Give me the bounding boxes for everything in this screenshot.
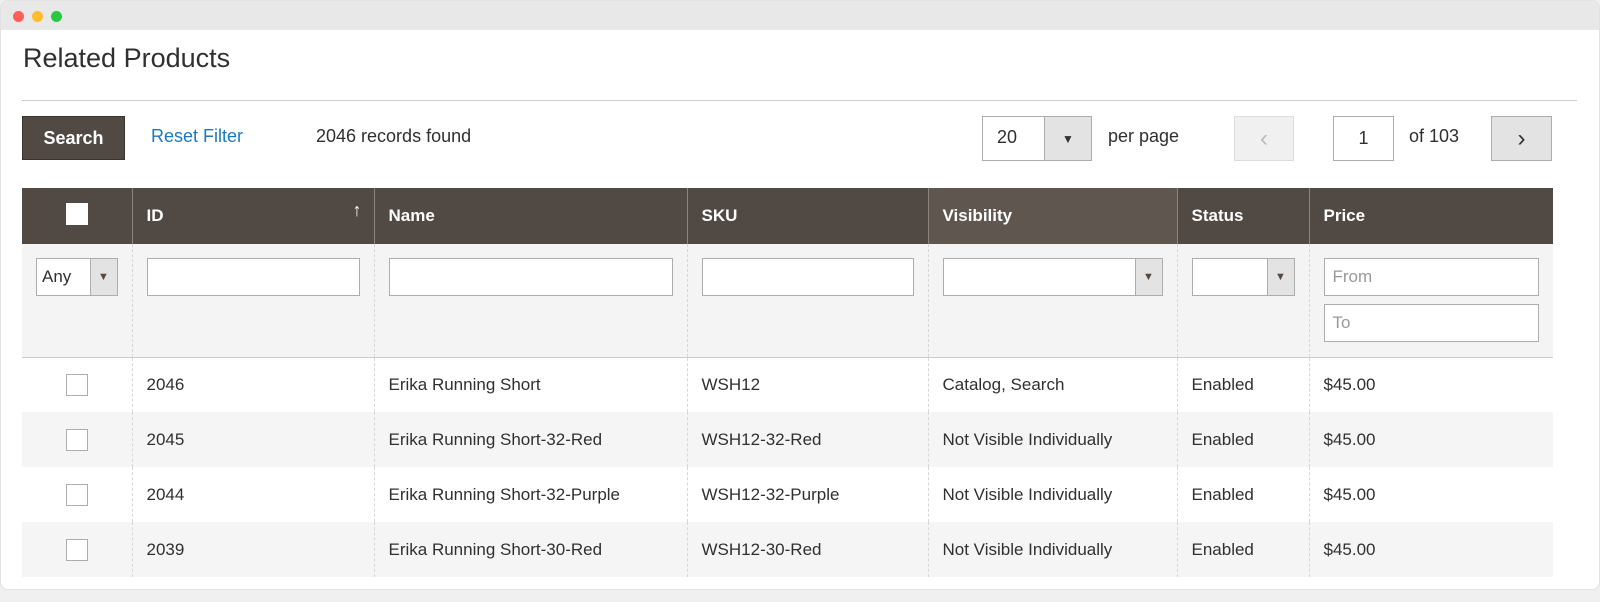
cell-visibility: Not Visible Individually: [927, 467, 1177, 522]
select-all-header: [22, 188, 132, 244]
visibility-filter-select[interactable]: ▼: [942, 258, 1163, 296]
cell-sku: WSH12: [686, 357, 928, 412]
table-row[interactable]: 2039 Erika Running Short-30-Red WSH12-30-R…: [22, 522, 1553, 577]
cell-status: Enabled: [1176, 357, 1309, 412]
cell-sku: WSH12-32-Purple: [686, 467, 928, 522]
row-select-cell: [22, 412, 132, 467]
filter-row: Any ▼ ▼ ▼ From To: [22, 244, 1553, 358]
cell-id: 2046: [131, 357, 374, 412]
cell-name: Erika Running Short-32-Red: [373, 412, 687, 467]
chevron-down-icon: ▼: [89, 259, 117, 295]
select-all-checkbox[interactable]: [65, 202, 88, 225]
row-checkbox[interactable]: [65, 538, 88, 561]
title-bar: [1, 1, 1599, 30]
price-to-input[interactable]: To: [1323, 304, 1539, 342]
cell-name: Erika Running Short-32-Purple: [373, 467, 687, 522]
divider: [22, 100, 1577, 101]
records-count: 2046 records found: [316, 126, 472, 146]
row-checkbox[interactable]: [65, 428, 88, 451]
row-select-cell: [22, 522, 132, 577]
next-page-button[interactable]: ›: [1491, 116, 1552, 161]
row-checkbox[interactable]: [65, 483, 88, 506]
sort-ascending-icon: ↑: [352, 200, 362, 220]
cell-sku: WSH12-32-Red: [686, 412, 928, 467]
cell-name: Erika Running Short: [373, 357, 687, 412]
table-row[interactable]: 2044 Erika Running Short-32-Purple WSH12-3…: [22, 467, 1553, 522]
cell-price: $45.00: [1308, 412, 1553, 467]
row-select-cell: [22, 467, 132, 522]
cell-status: Enabled: [1176, 467, 1309, 522]
status-filter-select[interactable]: ▼: [1191, 258, 1295, 296]
chevron-left-icon: ‹: [1260, 124, 1268, 152]
previous-page-button[interactable]: ‹: [1234, 116, 1294, 161]
per-page-select[interactable]: 20 ▼: [982, 116, 1092, 161]
page-number-input[interactable]: 1: [1333, 116, 1394, 161]
reset-filter-link[interactable]: Reset Filter: [151, 126, 243, 147]
header-row: ID ↑ Name SKU Visibility Status Price: [22, 188, 1553, 244]
row-checkbox[interactable]: [65, 373, 88, 396]
chevron-down-icon: ▼: [1044, 117, 1091, 160]
column-header-sku[interactable]: SKU: [686, 188, 928, 244]
maximize-window-button[interactable]: [51, 11, 62, 22]
cell-sku: WSH12-30-Red: [686, 522, 928, 577]
page-title: Related Products: [23, 43, 231, 73]
search-button[interactable]: Search: [22, 116, 125, 160]
cell-visibility: Not Visible Individually: [927, 522, 1177, 577]
column-header-price[interactable]: Price: [1308, 188, 1553, 244]
browser-window: Related Products Search Reset Filter 204…: [0, 0, 1600, 590]
filter-value: Any: [42, 267, 72, 286]
column-header-visibility[interactable]: Visibility: [927, 188, 1177, 244]
products-grid: ID ↑ Name SKU Visibility Status Price Any…: [22, 188, 1553, 577]
name-filter-input[interactable]: [388, 258, 673, 296]
cell-price: $45.00: [1308, 522, 1553, 577]
column-header-status[interactable]: Status: [1176, 188, 1309, 244]
cell-id: 2039: [131, 522, 374, 577]
in-products-filter[interactable]: Any ▼: [36, 258, 118, 296]
column-label: ID: [146, 206, 164, 225]
minimize-window-button[interactable]: [32, 11, 43, 22]
row-select-cell: [22, 357, 132, 412]
column-label: Price: [1323, 206, 1366, 225]
page-total: of 103: [1409, 126, 1460, 146]
price-from-input[interactable]: From: [1323, 258, 1539, 296]
close-window-button[interactable]: [13, 11, 24, 22]
cell-price: $45.00: [1308, 357, 1553, 412]
column-label: Visibility: [942, 206, 1013, 225]
id-filter-input[interactable]: [146, 258, 360, 296]
column-label: Name: [388, 206, 435, 225]
cell-visibility: Not Visible Individually: [927, 412, 1177, 467]
per-page-label: per page: [1108, 126, 1180, 146]
column-header-id[interactable]: ID ↑: [131, 188, 374, 244]
column-header-name[interactable]: Name: [373, 188, 687, 244]
cell-price: $45.00: [1308, 467, 1553, 522]
table-row[interactable]: 2045 Erika Running Short-32-Red WSH12-32-R…: [22, 412, 1553, 467]
column-label: Status: [1191, 206, 1244, 225]
sku-filter-input[interactable]: [701, 258, 914, 296]
chevron-right-icon: ›: [1517, 124, 1526, 152]
per-page-value: 20: [997, 127, 1018, 147]
cell-name: Erika Running Short-30-Red: [373, 522, 687, 577]
cell-status: Enabled: [1176, 522, 1309, 577]
cell-status: Enabled: [1176, 412, 1309, 467]
cell-id: 2045: [131, 412, 374, 467]
chevron-down-icon: ▼: [1134, 259, 1162, 295]
cell-id: 2044: [131, 467, 374, 522]
chevron-down-icon: ▼: [1266, 259, 1294, 295]
table-row[interactable]: 2046 Erika Running Short WSH12 Catalog, Sea…: [22, 357, 1553, 412]
cell-visibility: Catalog, Search: [927, 357, 1177, 412]
column-label: SKU: [701, 206, 738, 225]
